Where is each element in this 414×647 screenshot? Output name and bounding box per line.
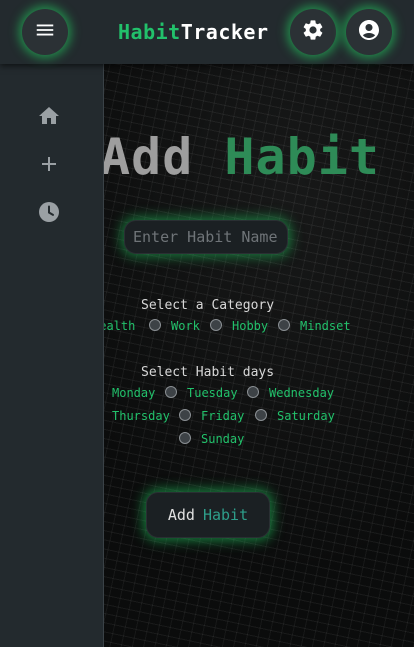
category-radio-hobby[interactable] [210, 319, 222, 331]
habit-name-input[interactable] [124, 220, 288, 254]
category-label: Select a Category [141, 298, 275, 313]
category-option-mindset[interactable]: Mindset [300, 319, 351, 333]
sidebar [0, 64, 104, 647]
add-habit-button-part2: Habit [202, 506, 249, 524]
add-habit-button[interactable]: Add Habit [146, 492, 270, 538]
days-label: Select Habit days [141, 365, 275, 380]
settings-icon [301, 18, 325, 46]
account-button[interactable] [346, 9, 392, 55]
day-radio-saturday[interactable] [255, 409, 267, 421]
day-radio-friday[interactable] [179, 409, 191, 421]
brand-part2: Tracker [180, 20, 269, 44]
day-radio-tuesday[interactable] [165, 386, 177, 398]
day-option-friday[interactable]: Friday [201, 409, 244, 423]
day-radio-wednesday[interactable] [247, 386, 259, 398]
add-icon[interactable] [37, 152, 61, 176]
day-option-saturday[interactable]: Saturday [277, 409, 335, 423]
day-option-wednesday[interactable]: Wednesday [269, 386, 334, 400]
add-habit-button-part1: Add [167, 506, 195, 524]
title-part2: Habit [224, 128, 380, 186]
menu-button[interactable] [22, 9, 68, 55]
title-part1: Add [100, 128, 194, 186]
settings-button[interactable] [290, 9, 336, 55]
menu-icon [34, 19, 56, 45]
home-icon[interactable] [37, 104, 61, 128]
page-title: Add Habit [100, 128, 380, 186]
category-option-hobby[interactable]: Hobby [232, 319, 268, 333]
day-radio-sunday[interactable] [179, 432, 191, 444]
category-option-work[interactable]: Work [171, 319, 200, 333]
app-title: HabitTracker [118, 20, 269, 44]
top-app-bar: HabitTracker [0, 0, 414, 64]
day-option-sunday[interactable]: Sunday [201, 432, 244, 446]
day-option-thursday[interactable]: Thursday [112, 409, 170, 423]
day-option-tuesday[interactable]: Tuesday [187, 386, 238, 400]
brand-part1: Habit [118, 20, 181, 44]
account-icon [357, 18, 381, 46]
category-radio-mindset[interactable] [278, 319, 290, 331]
category-radio-work[interactable] [149, 319, 161, 331]
day-option-monday[interactable]: Monday [112, 386, 155, 400]
history-icon[interactable] [37, 200, 61, 224]
